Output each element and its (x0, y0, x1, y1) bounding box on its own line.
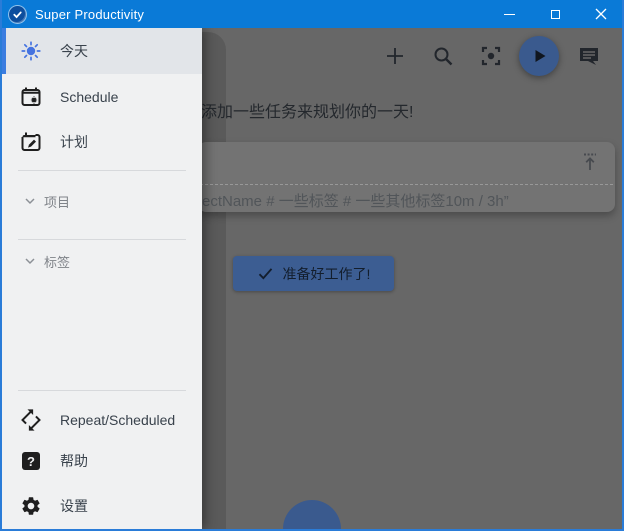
sidebar-item-label: 今天 (60, 41, 88, 61)
close-icon (595, 8, 607, 20)
titlebar[interactable]: Super Productivity (0, 0, 624, 28)
window-controls (486, 0, 624, 28)
minimize-button[interactable] (486, 0, 532, 28)
plus-icon (383, 44, 407, 68)
help-icon: ? (18, 452, 44, 470)
selected-indicator (2, 28, 6, 74)
close-button[interactable] (578, 0, 624, 28)
check-icon (257, 265, 274, 282)
sidebar-item-label: Repeat/Scheduled (60, 412, 175, 428)
sidebar-item-label: 设置 (60, 496, 88, 516)
sidebar-divider (18, 170, 186, 171)
sidebar: 今天 Schedule (2, 28, 202, 529)
sidebar-group-label: 项目 (44, 192, 70, 211)
sun-icon (18, 39, 44, 63)
maximize-icon (551, 10, 560, 19)
card-dashed-divider (200, 184, 613, 185)
app-window: Super Productivity (0, 0, 624, 531)
focus-mode-button[interactable] (479, 44, 503, 68)
maximize-button[interactable] (532, 0, 578, 28)
minimize-icon (504, 14, 515, 15)
add-task-bar-fab[interactable] (283, 500, 341, 529)
ready-to-work-button[interactable]: 准备好工作了! (233, 256, 394, 291)
sidebar-group-projects[interactable]: 项目 (2, 184, 202, 218)
calendar-sun-icon (18, 85, 44, 109)
gear-icon (18, 495, 44, 517)
sidebar-divider (18, 390, 186, 391)
app-logo-icon (9, 6, 26, 23)
sidebar-item-plan[interactable]: 计划 (2, 119, 202, 164)
sidebar-item-today[interactable]: 今天 (2, 28, 202, 74)
task-input-placeholder[interactable]: ectName # 一些标签 # 一些其他标签10m / 3h” (202, 190, 607, 211)
sidebar-item-label: Schedule (60, 89, 118, 105)
sidebar-group-tags[interactable]: 标签 (2, 244, 202, 278)
collapse-to-top-button[interactable] (577, 149, 603, 175)
sidebar-group-label: 标签 (44, 252, 70, 271)
sidebar-item-schedule[interactable]: Schedule (2, 74, 202, 119)
sidebar-divider (18, 239, 186, 240)
ready-to-work-label: 准备好工作了! (283, 264, 371, 284)
add-task-button[interactable] (383, 44, 407, 68)
search-icon (431, 44, 455, 68)
chevron-down-icon (22, 253, 38, 269)
repeat-icon (18, 408, 44, 432)
window-title: Super Productivity (35, 7, 144, 22)
add-task-panel[interactable]: ectName # 一些标签 # 一些其他标签10m / 3h” (198, 142, 615, 212)
sidebar-item-help[interactable]: ? 帮助 (2, 439, 202, 483)
search-button[interactable] (431, 44, 455, 68)
chevron-down-icon (22, 193, 38, 209)
sidebar-item-settings[interactable]: 设置 (2, 484, 202, 528)
feedback-button[interactable] (577, 44, 601, 68)
calendar-edit-icon (18, 130, 44, 154)
focus-mode-icon (479, 44, 503, 68)
empty-day-hint: 添加一些任务来规划你的一天! (201, 98, 601, 122)
play-button[interactable] (519, 36, 559, 76)
play-icon (529, 46, 549, 66)
sidebar-item-repeat-scheduled[interactable]: Repeat/Scheduled (2, 398, 202, 442)
sidebar-item-label: 帮助 (60, 451, 88, 471)
sidebar-item-label: 计划 (60, 132, 88, 152)
align-top-icon (579, 151, 601, 173)
chat-icon (577, 44, 601, 68)
